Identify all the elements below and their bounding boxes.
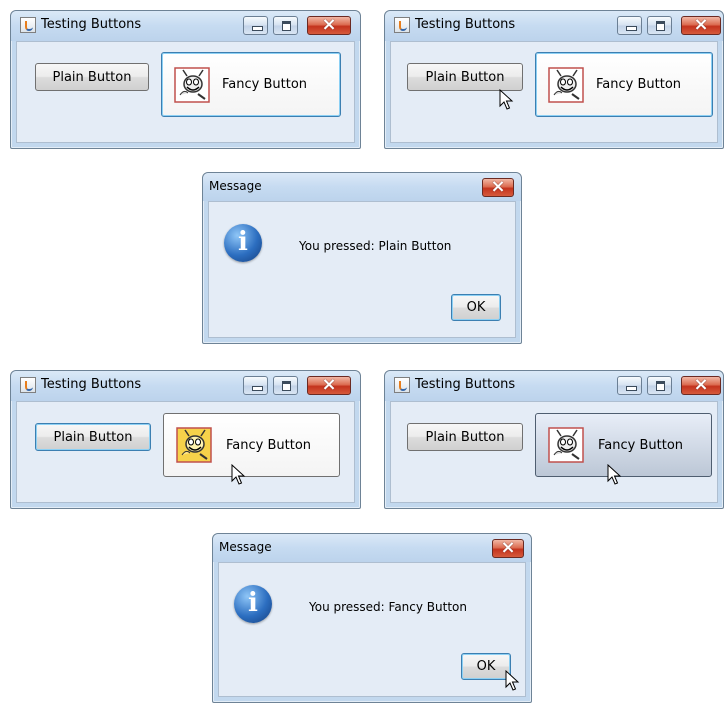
minimize-icon[interactable] [243,376,268,395]
title-bar[interactable]: Testing Buttons [11,11,360,41]
close-icon[interactable] [307,374,351,395]
title-bar[interactable]: Message [203,173,521,201]
title-bar[interactable]: Testing Buttons [385,11,723,41]
maximize-icon[interactable] [647,16,672,35]
minimize-icon[interactable] [617,16,642,35]
content-pane: Plain Button Fancy Button [16,41,355,143]
java-cup-icon [20,17,36,33]
window-title: Testing Buttons [415,377,516,392]
close-icon[interactable] [681,14,721,35]
window-testing-buttons-2: Testing Buttons Plain Button Fancy Butto… [384,10,724,149]
content-pane: Plain Button Fancy Button [16,401,355,503]
close-icon[interactable] [307,14,351,35]
dialog-content: i You pressed: Fancy Button OK [218,562,526,697]
bug-rollover-icon [548,427,584,463]
window-title: Testing Buttons [41,377,142,392]
fancy-button-label: Fancy Button [226,437,312,453]
content-pane: Plain Button Fancy Button [390,41,718,143]
dialog-title: Message [219,540,272,554]
java-cup-icon [20,377,36,393]
window-title: Testing Buttons [41,17,142,32]
fancy-button-label: Fancy Button [222,77,308,92]
fancy-button[interactable]: Fancy Button [535,413,712,477]
java-cup-icon [394,17,410,33]
window-testing-buttons-3: Testing Buttons Plain Button Fancy Butto… [10,370,361,509]
content-pane: Plain Button Fancy Button [390,401,718,503]
dialog-content: i You pressed: Plain Button OK [208,201,516,338]
fancy-button[interactable]: Fancy Button [161,52,341,117]
ok-button-label: OK [476,659,496,674]
minimize-icon[interactable] [617,376,642,395]
window-testing-buttons-4: Testing Buttons Plain Button Fancy Butto… [384,370,724,509]
title-bar[interactable]: Message [213,534,531,562]
plain-button[interactable]: Plain Button [35,63,149,91]
plain-button-label: Plain Button [425,69,505,85]
ok-button-label: OK [466,300,486,315]
close-icon[interactable] [492,537,524,558]
plain-button[interactable]: Plain Button [407,63,523,91]
bug-icon [548,67,584,103]
plain-button-label: Plain Button [53,429,133,445]
bug-icon [174,67,210,103]
message-text: You pressed: Plain Button [299,239,452,253]
minimize-icon[interactable] [243,16,268,35]
maximize-icon[interactable] [647,376,672,395]
ok-button[interactable]: OK [451,294,501,321]
dialog-title: Message [209,179,262,193]
information-icon: i [224,224,262,262]
plain-button-label: Plain Button [425,429,505,445]
maximize-icon[interactable] [273,16,298,35]
fancy-button[interactable]: Fancy Button [163,413,340,477]
window-title: Testing Buttons [415,17,516,32]
information-icon: i [234,585,272,623]
message-dialog-1: Message i You pressed: Plain Button OK [202,172,522,344]
fancy-button-label: Fancy Button [598,437,684,453]
title-bar[interactable]: Testing Buttons [11,371,360,401]
fancy-button[interactable]: Fancy Button [535,52,713,117]
bug-rollover-icon [176,427,212,463]
plain-button[interactable]: Plain Button [407,423,523,451]
message-dialog-2: Message i You pressed: Fancy Button OK [212,533,532,703]
plain-button-label: Plain Button [52,69,132,85]
close-icon[interactable] [681,374,721,395]
close-icon[interactable] [482,176,514,197]
maximize-icon[interactable] [273,376,298,395]
ok-button[interactable]: OK [461,653,511,680]
plain-button[interactable]: Plain Button [35,423,151,451]
java-cup-icon [394,377,410,393]
title-bar[interactable]: Testing Buttons [385,371,723,401]
message-text: You pressed: Fancy Button [309,600,467,614]
fancy-button-label: Fancy Button [596,77,682,92]
window-testing-buttons-1: Testing Buttons Plain Button Fancy Butto… [10,10,361,149]
